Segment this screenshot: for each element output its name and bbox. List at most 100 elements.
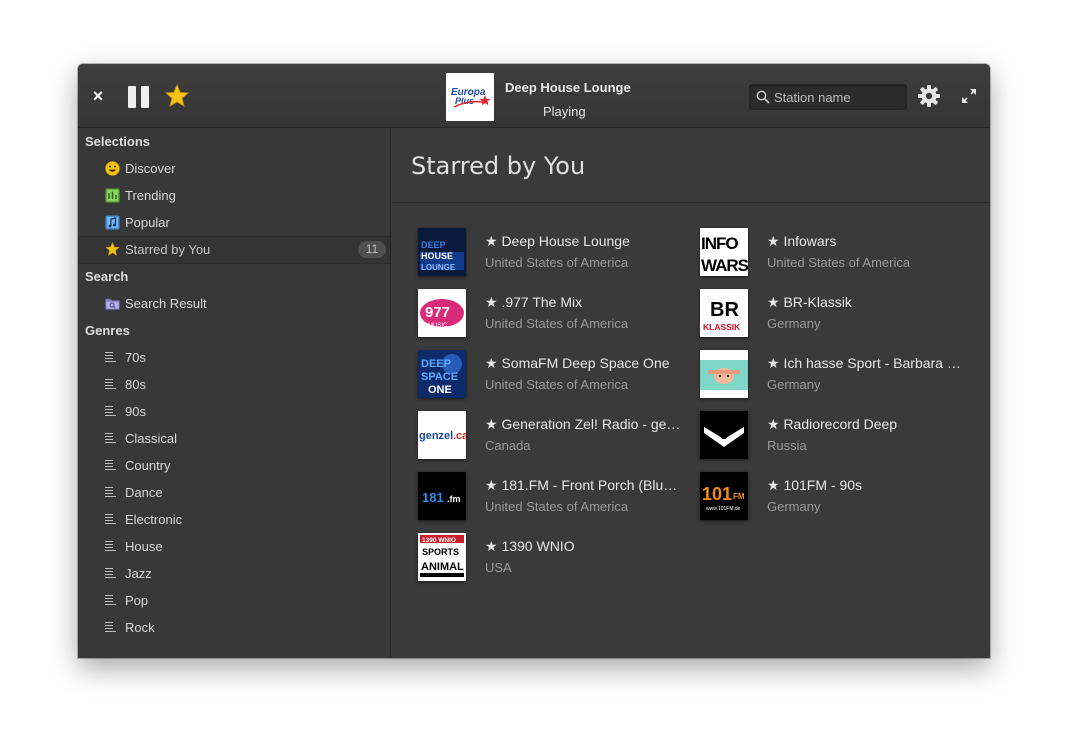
svg-text:DEEP: DEEP xyxy=(421,358,451,370)
main-content: Starred by You DEEP HOUSE LOUNGE ★ Deep Hou… xyxy=(391,128,990,658)
playlist-icon xyxy=(105,541,117,552)
maximize-icon[interactable] xyxy=(962,89,976,103)
sidebar-item-discover[interactable]: Discover xyxy=(78,156,390,182)
sidebar-item-label: 70s xyxy=(125,350,146,365)
sidebar-item-starred[interactable]: Starred by You 11 xyxy=(78,236,390,264)
station-card[interactable]: ★ Ich hasse Sport - Barbara Schöneberger… xyxy=(693,349,963,401)
sidebar-item-label: 90s xyxy=(125,404,146,419)
sidebar-item-label: 80s xyxy=(125,377,146,392)
svg-text:HOUSE: HOUSE xyxy=(421,251,453,261)
sidebar-item-label: Country xyxy=(125,458,171,473)
svg-text:181: 181 xyxy=(422,490,444,505)
sidebar-item-genre[interactable]: Dance xyxy=(78,480,390,506)
station-card[interactable]: ★ Radiorecord Deep Russia xyxy=(693,410,963,462)
station-card[interactable]: BR KLASSIK ★ BR-Klassik Germany xyxy=(693,288,963,340)
smiley-icon xyxy=(105,161,120,176)
station-card[interactable]: 181.fm ★ 181.FM - Front Porch (Bluegrass)… xyxy=(411,471,681,523)
sidebar-item-genre[interactable]: 80s xyxy=(78,372,390,398)
station-card[interactable]: 101 FM www.101FM.de ★ 101FM - 90s Germany xyxy=(693,471,963,523)
svg-text:.ca: .ca xyxy=(453,430,466,442)
folder-icon xyxy=(105,298,120,310)
playlist-icon xyxy=(105,514,117,525)
svg-text:ONE: ONE xyxy=(428,384,452,396)
sidebar-item-genre[interactable]: Country xyxy=(78,453,390,479)
svg-text:BR: BR xyxy=(710,299,739,321)
app-window: × Europa Plus Deep House Lounge Playing xyxy=(78,64,990,658)
station-name: ★ .977 The Mix xyxy=(485,294,583,310)
star-icon[interactable] xyxy=(164,83,190,109)
sidebar-item-label: Electronic xyxy=(125,512,183,527)
sidebar-item-label: Search Result xyxy=(125,296,207,311)
playlist-icon xyxy=(105,379,117,390)
sidebar-item-genre[interactable]: Classical xyxy=(78,426,390,452)
sidebar-item-genre[interactable]: Rock xyxy=(78,615,390,641)
station-name: ★ 181.FM - Front Porch (Bluegrass) xyxy=(485,477,681,493)
svg-text:977: 977 xyxy=(425,304,450,321)
sidebar-item-genre[interactable]: Pop xyxy=(78,588,390,614)
svg-text:MUSIC: MUSIC xyxy=(428,323,448,329)
sidebar-item-popular[interactable]: Popular xyxy=(78,210,390,236)
sidebar-item-genre[interactable]: 90s xyxy=(78,399,390,425)
station-country: Canada xyxy=(485,438,531,453)
playlist-icon xyxy=(105,433,117,444)
svg-text:FM: FM xyxy=(733,492,745,501)
section-title-search: Search xyxy=(85,269,129,284)
sidebar-item-genre[interactable]: House xyxy=(78,534,390,560)
station-card[interactable]: genzel.ca ★ Generation Zel! Radio - genze… xyxy=(411,410,681,462)
station-logo: BR KLASSIK xyxy=(700,289,748,337)
station-country: United States of America xyxy=(767,255,911,270)
trending-icon xyxy=(105,188,120,203)
sidebar-item-label: Jazz xyxy=(125,566,152,581)
station-country: United States of America xyxy=(485,316,629,331)
star-icon xyxy=(105,242,120,257)
sidebar-item-genre[interactable]: Electronic xyxy=(78,507,390,533)
station-card[interactable]: DEEP HOUSE LOUNGE ★ Deep House Lounge United… xyxy=(411,227,681,279)
sidebar-item-trending[interactable]: Trending xyxy=(78,183,390,209)
station-country: Russia xyxy=(767,438,807,453)
station-name: ★ SomaFM Deep Space One xyxy=(485,355,670,371)
station-logo: INFO WARS xyxy=(700,228,748,276)
station-logo: genzel .ca xyxy=(418,411,466,459)
station-country: Germany xyxy=(767,499,821,514)
svg-text:WARS: WARS xyxy=(701,256,748,275)
sidebar-item-label: Discover xyxy=(125,161,176,176)
station-logo: DEEP SPACE ONE xyxy=(418,350,466,398)
sidebar-item-genre[interactable]: Jazz xyxy=(78,561,390,587)
popular-icon xyxy=(105,215,120,230)
svg-text:SPORTS: SPORTS xyxy=(422,547,459,557)
playlist-icon xyxy=(105,352,117,363)
svg-text:INFO: INFO xyxy=(701,234,738,253)
station-card[interactable]: DEEP SPACE ONE ★ SomaFM Deep Space One Unite… xyxy=(411,349,681,401)
playlist-icon xyxy=(105,622,117,633)
playlist-icon xyxy=(105,568,117,579)
svg-text:DEEP: DEEP xyxy=(421,240,446,250)
sidebar-item-search-result[interactable]: Search Result xyxy=(78,291,390,317)
svg-text:1390 WNIO: 1390 WNIO xyxy=(422,537,456,544)
station-name: ★ Infowars xyxy=(767,233,837,249)
svg-text:.fm: .fm xyxy=(447,494,461,504)
svg-text:SPACE: SPACE xyxy=(421,371,458,383)
playlist-icon xyxy=(105,406,117,417)
search-input[interactable] xyxy=(774,85,900,109)
station-name: ★ Radiorecord Deep xyxy=(767,416,898,432)
station-card[interactable]: INFO WARS ★ Infowars United States of Ameri… xyxy=(693,227,963,279)
sidebar-item-genre[interactable]: 70s xyxy=(78,345,390,371)
gear-icon[interactable] xyxy=(918,85,940,107)
station-card[interactable]: 977 MUSIC ★ .977 The Mix United States of A… xyxy=(411,288,681,340)
station-name: ★ Ich hasse Sport - Barbara Schöneberger xyxy=(767,355,963,371)
station-logo: DEEP HOUSE LOUNGE xyxy=(418,228,466,276)
page-title: Starred by You xyxy=(411,152,586,180)
search-box[interactable] xyxy=(749,84,907,110)
playlist-icon xyxy=(105,487,117,498)
station-name: ★ BR-Klassik xyxy=(767,294,852,310)
station-logo xyxy=(700,411,748,459)
station-country: USA xyxy=(485,560,512,575)
station-country: Germany xyxy=(767,377,821,392)
pause-icon[interactable] xyxy=(128,86,150,108)
sidebar-item-label: Classical xyxy=(125,431,178,446)
count-badge: 11 xyxy=(358,241,386,258)
sidebar-item-label: Rock xyxy=(125,620,155,635)
close-icon[interactable]: × xyxy=(90,87,106,105)
station-card[interactable]: 1390 WNIO SPORTS ANIMAL ★ 1390 WNIO USA xyxy=(411,532,681,584)
svg-text:KLASSIK: KLASSIK xyxy=(703,322,741,332)
